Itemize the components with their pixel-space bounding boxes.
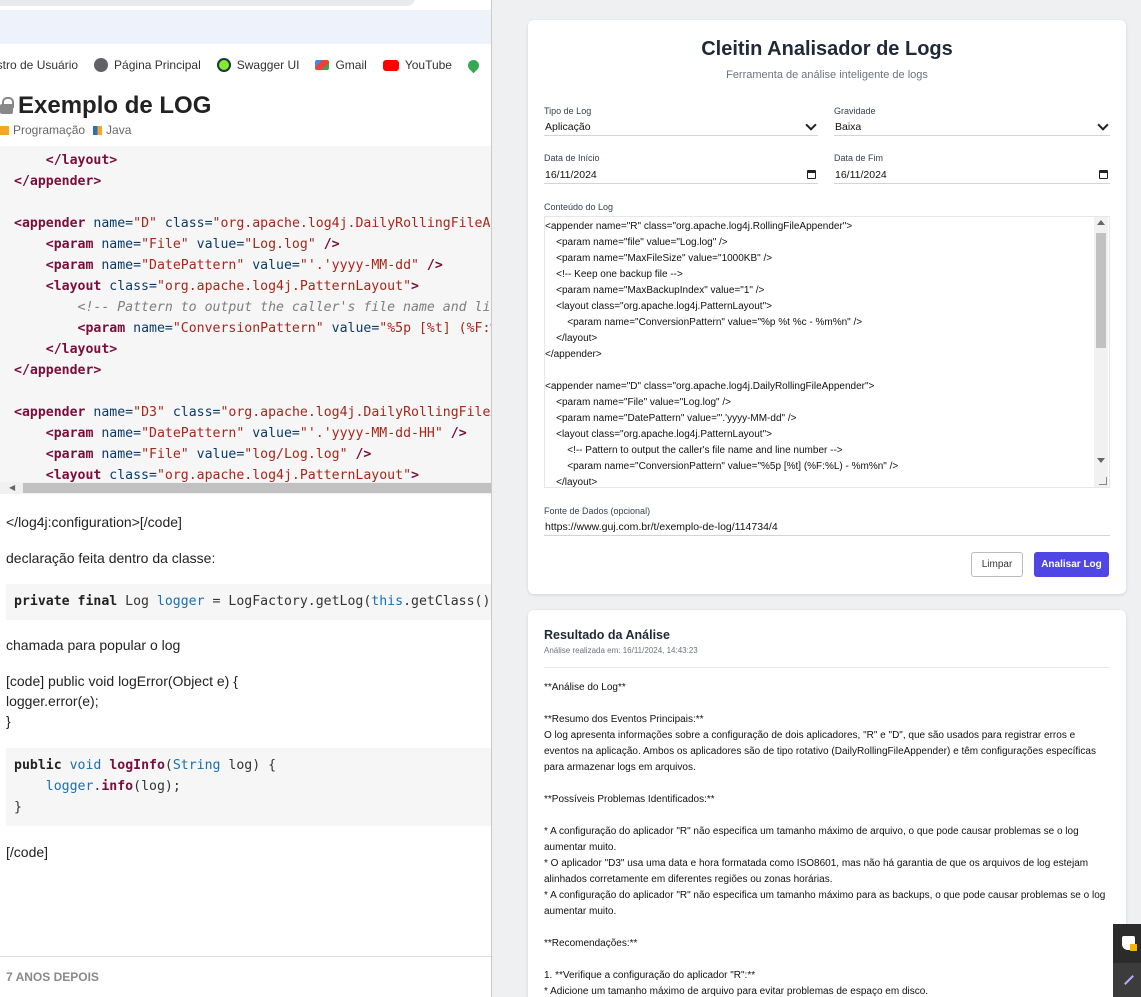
app-title: Cleitin Analisador de Logs xyxy=(701,38,953,60)
chevron-down-icon xyxy=(1097,118,1109,131)
start-date-input[interactable]: 16/11/2024 xyxy=(544,166,818,184)
security-shield-icon[interactable] xyxy=(1122,936,1137,951)
calendar-icon[interactable] xyxy=(807,170,816,179)
code-block-content: public void logInfo(String log) { logger… xyxy=(14,758,277,815)
map-pin-icon xyxy=(465,57,482,73)
category-programming[interactable]: Programação xyxy=(0,123,85,137)
pen-icon[interactable] xyxy=(1113,963,1141,997)
post-categories: Programação Java xyxy=(0,123,131,137)
code-horizontal-scrollbar[interactable]: ◀ xyxy=(0,482,491,494)
log-type-select[interactable]: Aplicação xyxy=(544,118,818,136)
code-block-content: private final Log logger = LogFactory.ge… xyxy=(14,594,491,609)
browser-page-left: astro de Usuário Página Principal Swagge… xyxy=(0,0,491,997)
severity-value: Baixa xyxy=(835,120,862,133)
scroll-up-icon[interactable] xyxy=(1097,220,1105,225)
log-analyzer-panel: Cleitin Analisador de Logs Ferramenta de… xyxy=(491,0,1141,997)
bookmark-user-registration[interactable]: astro de Usuário xyxy=(0,58,78,72)
category-color-icon xyxy=(93,125,103,135)
textarea-vertical-scrollbar[interactable] xyxy=(1094,217,1108,487)
start-date-value: 16/11/2024 xyxy=(545,168,597,181)
gmail-icon xyxy=(315,60,330,70)
log-content-text: <appender name="R" class="org.apache.log… xyxy=(545,221,899,488)
result-title: Resultado da Análise xyxy=(544,628,670,642)
log-content-textarea[interactable]: <appender name="R" class="org.apache.log… xyxy=(544,216,1110,488)
years-later-divider: 7 ANOS DEPOIS xyxy=(0,956,491,984)
end-date-input[interactable]: 16/11/2024 xyxy=(834,166,1110,184)
analysis-result-card: Resultado da Análise Análise realizada e… xyxy=(528,610,1126,997)
post-title-text: Exemplo de LOG xyxy=(18,92,212,119)
code-block-java: private final Log logger = LogFactory.ge… xyxy=(6,584,491,620)
scrollbar-thumb[interactable] xyxy=(23,483,491,493)
analyzer-form-card: Cleitin Analisador de Logs Ferramenta de… xyxy=(528,20,1126,594)
bookmark-label: YouTube xyxy=(404,58,452,72)
post-paragraph: chamada para popular o log xyxy=(6,637,181,653)
log-type-label: Tipo de Log xyxy=(544,106,592,116)
bookmark-youtube[interactable]: YouTube xyxy=(382,58,452,72)
scroll-left-icon[interactable]: ◀ xyxy=(9,482,15,494)
severity-select[interactable]: Baixa xyxy=(834,118,1110,136)
code-block-java: public void logInfo(String log) { logger… xyxy=(6,748,491,826)
bookmark-maps[interactable] xyxy=(465,57,482,73)
end-date-label: Data de Fim xyxy=(834,153,884,163)
bookmark-swagger-ui[interactable]: Swagger UI xyxy=(216,58,300,72)
app-subtitle: Ferramenta de análise inteligente de log… xyxy=(726,69,928,81)
code-block-xml: </layout> </appender> <appender name="D"… xyxy=(0,146,491,482)
data-source-input[interactable]: https://www.guj.com.br/t/exemplo-de-log/… xyxy=(544,518,1110,536)
bookmark-label: Swagger UI xyxy=(236,58,300,72)
post-title: Exemplo de LOG xyxy=(0,92,211,120)
chevron-down-icon xyxy=(805,118,817,131)
end-date-value: 16/11/2024 xyxy=(835,168,887,181)
lock-icon xyxy=(0,97,14,115)
analyze-log-button[interactable]: Analisar Log xyxy=(1034,552,1109,577)
bookmark-label: Gmail xyxy=(335,58,367,72)
bookmark-label: Página Principal xyxy=(114,58,201,72)
data-source-label: Fonte de Dados (opcional) xyxy=(544,506,651,516)
severity-label: Gravidade xyxy=(834,106,876,116)
divider xyxy=(544,667,1110,668)
scrollbar-thumb[interactable] xyxy=(1096,233,1106,348)
bookmark-label: astro de Usuário xyxy=(0,58,79,72)
resize-handle-icon[interactable] xyxy=(1099,477,1107,485)
post-paragraph: declaração feita dentro da classe: xyxy=(6,550,216,566)
clear-button[interactable]: Limpar xyxy=(971,552,1023,577)
log-type-value: Aplicação xyxy=(545,120,591,133)
post-paragraph: logger.error(e); xyxy=(6,693,99,709)
calendar-icon[interactable] xyxy=(1099,170,1108,179)
data-source-value: https://www.guj.com.br/t/exemplo-de-log/… xyxy=(545,520,778,533)
result-body: **Análise do Log** **Resumo dos Eventos … xyxy=(544,682,1106,997)
bookmark-gmail[interactable]: Gmail xyxy=(315,58,367,72)
category-label: Java xyxy=(106,123,132,137)
bookmarks-bar: astro de Usuário Página Principal Swagge… xyxy=(0,46,491,84)
post-paragraph: [code] public void logError(Object e) { xyxy=(6,673,238,689)
bookmark-home-page[interactable]: Página Principal xyxy=(94,58,201,72)
code-block-content: </layout> </appender> <appender name="D"… xyxy=(14,153,491,482)
result-timestamp: Análise realizada em: 16/11/2024, 14:43:… xyxy=(544,646,698,655)
address-bar[interactable] xyxy=(0,0,415,6)
youtube-icon xyxy=(382,59,399,71)
post-paragraph: </log4j:configuration>[/code] xyxy=(6,514,182,530)
globe-icon xyxy=(94,58,109,72)
scroll-down-icon[interactable] xyxy=(1097,458,1105,463)
post-paragraph: [/code] xyxy=(6,844,49,860)
start-date-label: Data de Início xyxy=(544,153,600,163)
category-java[interactable]: Java xyxy=(93,123,131,137)
category-label: Programação xyxy=(13,123,86,137)
log-content-label: Conteúdo do Log xyxy=(544,202,614,212)
toolbar-strip xyxy=(0,10,491,44)
post-paragraph: } xyxy=(6,713,11,729)
category-color-icon xyxy=(0,125,9,135)
system-tray xyxy=(1113,924,1141,997)
swagger-icon xyxy=(216,58,231,72)
